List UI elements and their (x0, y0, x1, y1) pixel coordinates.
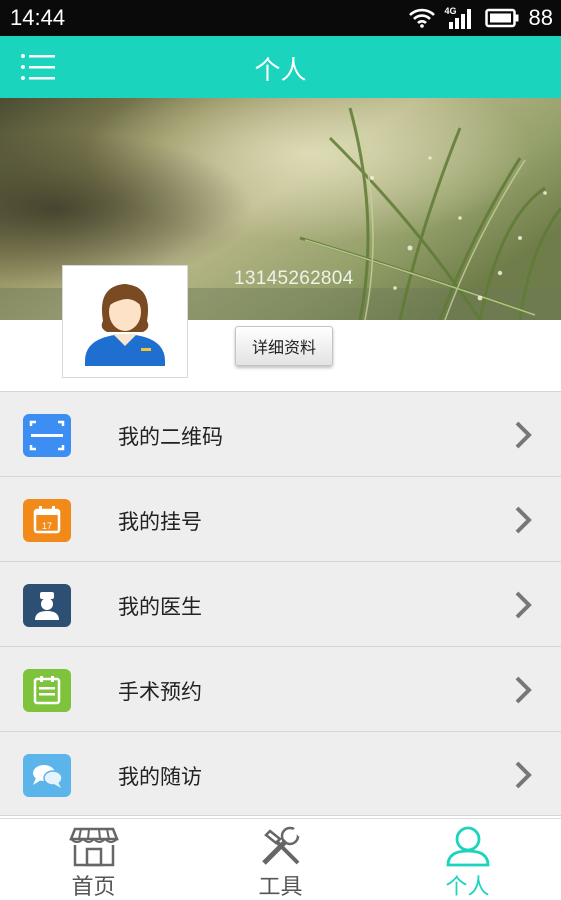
hamburger-icon (21, 54, 55, 80)
avatar[interactable] (62, 265, 188, 378)
avatar-female-icon (85, 284, 165, 366)
menu-item-registration[interactable]: 17 我的挂号 (0, 476, 561, 561)
person-icon (446, 826, 489, 867)
store-icon (68, 827, 119, 867)
tools-icon (261, 826, 301, 865)
chevron-right-icon (515, 506, 532, 534)
menu-item-label: 我的医生 (118, 595, 202, 619)
status-icons: 4G 88 (408, 5, 553, 31)
status-time: 14:44 (10, 5, 66, 30)
bottom-tab-bar: 首页 工具 个人 (0, 818, 561, 900)
signal-icon (448, 9, 471, 29)
chat-icon (23, 754, 71, 797)
phone-number: 13145262804 (234, 268, 354, 289)
svg-text:17: 17 (42, 521, 52, 531)
detail-profile-button[interactable]: 详细资料 (235, 326, 333, 366)
app-header: 个人 (0, 36, 561, 98)
qr-code-icon (23, 414, 71, 457)
battery-level: 88 (528, 5, 553, 30)
battery-icon (484, 8, 519, 28)
tab-home[interactable]: 首页 (0, 819, 187, 900)
menu-item-label: 手术预约 (118, 680, 202, 704)
tab-label: 工具 (258, 875, 303, 900)
menu-item-label: 我的随访 (118, 765, 202, 789)
chevron-right-icon (515, 761, 532, 789)
tab-profile[interactable]: 个人 (374, 819, 561, 900)
menu-item-doctor[interactable]: 我的医生 (0, 561, 561, 646)
tab-label: 首页 (71, 875, 116, 900)
doctor-icon (23, 584, 71, 627)
menu-item-label: 我的挂号 (118, 510, 202, 534)
wifi-icon (408, 8, 435, 28)
status-bar: 14:44 4G 88 (0, 0, 561, 36)
chevron-right-icon (515, 591, 532, 619)
page-title: 个人 (254, 56, 307, 86)
tab-tools[interactable]: 工具 (187, 819, 374, 900)
menu-item-surgery[interactable]: 手术预约 (0, 646, 561, 731)
menu-item-qr-code[interactable]: 我的二维码 (0, 391, 561, 476)
signal-indicator: 4G (445, 6, 475, 30)
chevron-right-icon (515, 421, 532, 449)
tab-label: 个人 (445, 875, 490, 900)
chevron-right-icon (515, 676, 532, 704)
menu-item-label: 我的二维码 (118, 425, 223, 449)
calendar-icon: 17 (23, 499, 71, 542)
clipboard-icon (23, 669, 71, 712)
profile-menu-list: 我的二维码 17 我的挂号 我的医生 手术预约 我的随访 (0, 391, 561, 816)
menu-button[interactable] (20, 52, 58, 82)
menu-item-followup[interactable]: 我的随访 (0, 731, 561, 816)
